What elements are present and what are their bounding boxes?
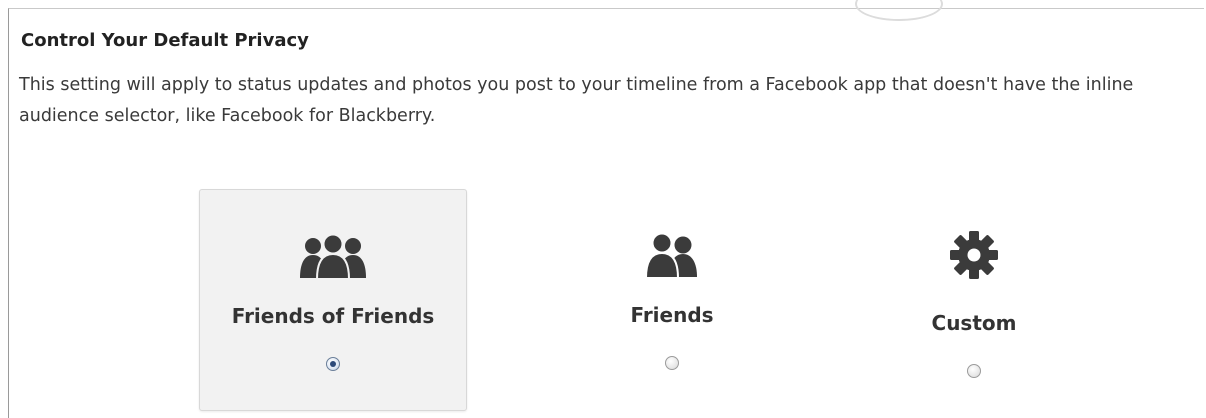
radio-custom[interactable] [967,364,981,378]
option-friends[interactable]: Friends [547,189,797,411]
radio-friends[interactable] [665,356,679,370]
option-label: Friends [630,303,714,327]
option-label: Friends of Friends [231,304,435,328]
page-title: Control Your Default Privacy [21,30,309,51]
privacy-description: This setting will apply to status update… [19,75,1134,126]
friends-icon [644,233,697,279]
radio-friends-of-friends[interactable] [326,357,340,371]
gear-icon [950,231,998,279]
option-label: Custom [931,311,1017,335]
friends-of-friends-icon [300,234,366,280]
partial-circle-decoration [855,0,943,21]
privacy-panel: Control Your Default Privacy This settin… [8,0,1204,418]
option-custom[interactable]: Custom [849,189,1099,411]
option-friends-of-friends[interactable]: Friends of Friends [199,189,467,411]
